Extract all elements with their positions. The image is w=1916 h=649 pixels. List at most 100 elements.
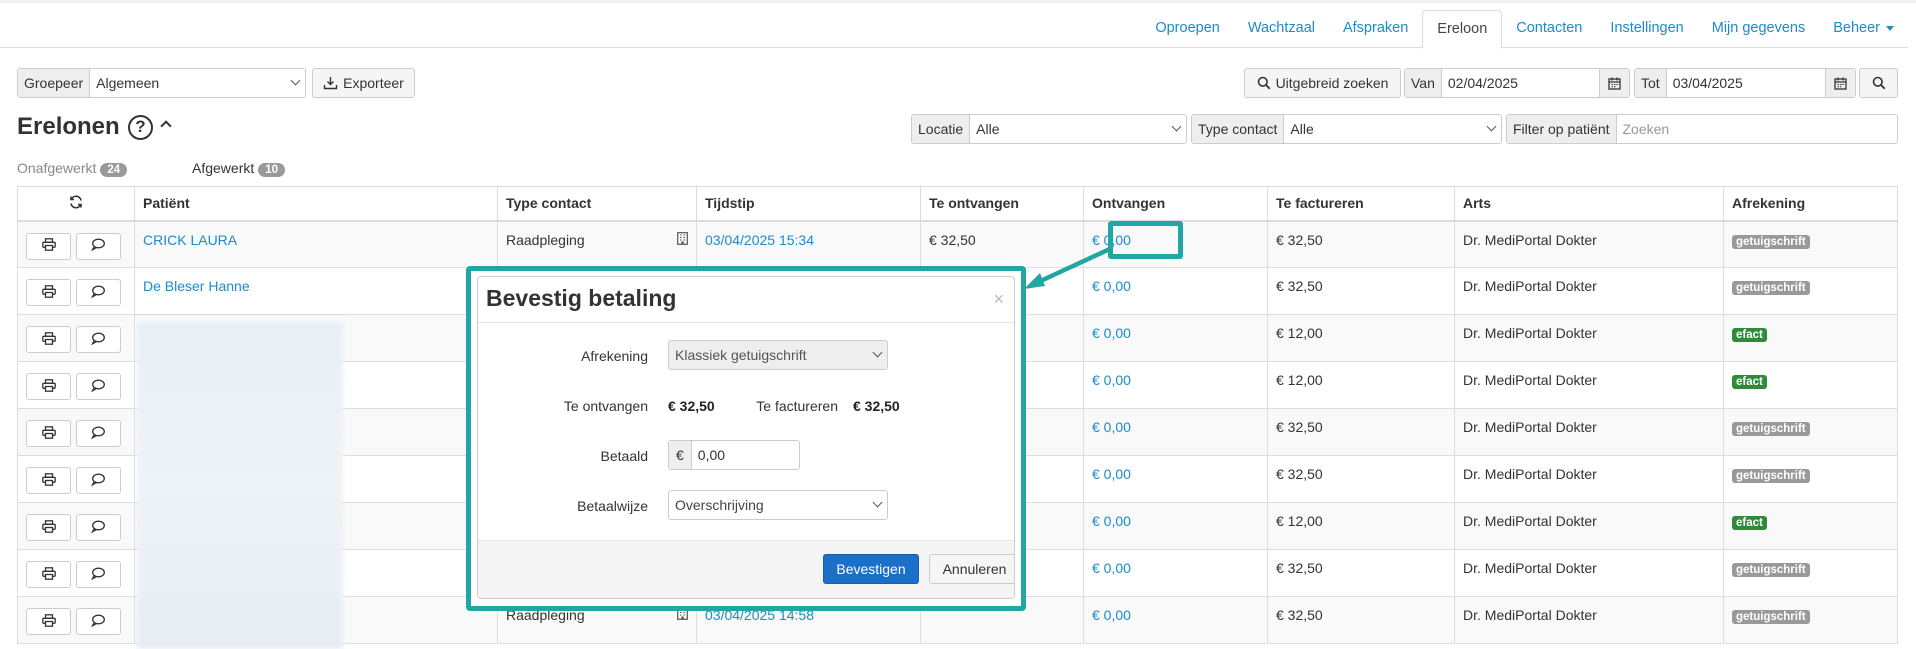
settlement-cell: getuigschrift — [1723, 596, 1898, 644]
print-button[interactable] — [26, 232, 71, 260]
received-link[interactable]: € 0,00 — [1092, 513, 1131, 529]
col-header-patient[interactable]: Patiënt — [134, 186, 498, 222]
advanced-search-button[interactable]: Uitgebreid zoeken — [1244, 68, 1401, 98]
date-from-field[interactable]: Van 02/04/2025 — [1404, 68, 1630, 98]
date-from-value[interactable]: 02/04/2025 — [1442, 69, 1599, 97]
comment-button[interactable] — [75, 373, 121, 400]
confirm-button[interactable]: Bevestigen — [823, 554, 919, 584]
tab-contacten[interactable]: Contacten — [1502, 10, 1596, 48]
col-header-time[interactable]: Tijdstip — [696, 186, 921, 222]
col-header-to-receive[interactable]: Te ontvangen — [920, 186, 1084, 222]
row-actions — [17, 314, 135, 362]
betaald-field[interactable]: € 0,00 — [668, 440, 800, 470]
received-link[interactable]: € 0,00 — [1092, 325, 1131, 341]
patient-filter[interactable]: Filter op patiënt Zoeken — [1506, 114, 1898, 144]
afrekening-select[interactable]: Klassiek getuigschrift — [668, 340, 888, 370]
print-button[interactable] — [26, 279, 71, 306]
location-filter[interactable]: Locatie Alle — [911, 114, 1187, 144]
tab-afspraken[interactable]: Afspraken — [1329, 10, 1422, 48]
confirm-payment-dialog: Bevestig betaling × Afrekening Klassiek … — [477, 276, 1015, 599]
tab-mijn-gegevens[interactable]: Mijn gegevens — [1698, 10, 1820, 48]
received-link[interactable]: € 0,00 — [1092, 372, 1131, 388]
comment-button[interactable] — [75, 232, 121, 260]
settlement-badge: efact — [1732, 328, 1767, 342]
refresh-header[interactable] — [17, 186, 135, 222]
redacted-area — [137, 322, 343, 649]
col-header-settlement[interactable]: Afrekening — [1723, 186, 1898, 222]
settlement-badge: efact — [1732, 516, 1767, 530]
print-button[interactable] — [26, 561, 71, 588]
settlement-badge: getuigschrift — [1732, 234, 1810, 249]
status-done[interactable]: Afgewerkt 10 — [192, 160, 286, 177]
betaalwijze-select[interactable]: Overschrijving — [668, 490, 888, 520]
settlement-cell: getuigschrift — [1723, 267, 1898, 315]
status-open[interactable]: Onafgewerkt 24 — [17, 160, 128, 177]
col-header-doctor[interactable]: Arts — [1454, 186, 1724, 222]
cancel-button[interactable]: Annuleren — [929, 554, 1014, 584]
received-link[interactable]: € 0,00 — [1092, 419, 1131, 435]
help-icon[interactable]: ? — [128, 115, 153, 140]
printer-icon — [41, 238, 56, 254]
status-open-count: 24 — [100, 163, 128, 177]
date-to-value[interactable]: 03/04/2025 — [1667, 69, 1825, 97]
status-open-label: Onafgewerkt — [17, 160, 97, 176]
time-link[interactable]: 03/04/2025 15:34 — [705, 232, 814, 248]
col-header-received[interactable]: Ontvangen — [1083, 186, 1268, 222]
col-header-type[interactable]: Type contact — [497, 186, 697, 222]
chevron-down-icon — [872, 497, 883, 508]
to-invoice-cell: € 32,50 — [1267, 596, 1455, 644]
patient-search-input[interactable]: Zoeken — [1617, 115, 1898, 143]
dialog-footer: Bevestigen Annuleren — [478, 540, 1014, 598]
received-link[interactable]: € 0,00 — [1092, 560, 1131, 576]
comment-button[interactable] — [75, 326, 121, 353]
to-invoice-label: Te factureren — [756, 398, 838, 414]
chevron-down-icon — [1171, 121, 1182, 132]
date-to-field[interactable]: Tot 03/04/2025 — [1634, 68, 1856, 98]
doctor-cell: Dr. MediPortal Dokter — [1454, 408, 1724, 456]
groepeer-select[interactable]: Groepeer Algemeen — [17, 68, 306, 98]
tab-wachtzaal[interactable]: Wachtzaal — [1234, 10, 1329, 48]
row-actions — [17, 502, 135, 550]
comment-icon — [91, 379, 106, 395]
calendar-icon[interactable] — [1599, 69, 1629, 97]
row-actions — [17, 408, 135, 456]
search-icon — [1872, 76, 1885, 90]
export-label: Exporteer — [343, 75, 404, 91]
patient-link[interactable]: De Bleser Hanne — [143, 278, 250, 294]
comment-button[interactable] — [75, 467, 121, 494]
close-icon[interactable]: × — [993, 289, 1004, 310]
print-button[interactable] — [26, 326, 71, 353]
calendar-icon[interactable] — [1825, 69, 1855, 97]
comment-button[interactable] — [75, 561, 121, 588]
print-button[interactable] — [26, 608, 71, 635]
comment-button[interactable] — [75, 608, 121, 635]
row-actions — [17, 267, 135, 315]
patient-link[interactable]: CRICK LAURA — [143, 232, 237, 248]
print-button[interactable] — [26, 514, 71, 541]
tab-beheer[interactable]: Beheer — [1819, 10, 1908, 48]
status-done-count: 10 — [258, 163, 286, 177]
export-button[interactable]: Exporteer — [312, 68, 415, 98]
tab-instellingen[interactable]: Instellingen — [1596, 10, 1697, 48]
received-link[interactable]: € 0,00 — [1092, 607, 1131, 623]
caret-down-icon — [1886, 25, 1894, 31]
chevron-up-icon[interactable] — [160, 120, 172, 132]
comment-button[interactable] — [75, 514, 121, 541]
contact-type-filter[interactable]: Type contact Alle — [1191, 114, 1502, 144]
refresh-icon[interactable] — [69, 195, 83, 209]
tab-oproepen[interactable]: Oproepen — [1141, 10, 1234, 48]
received-link[interactable]: € 0,00 — [1092, 466, 1131, 482]
comment-button[interactable] — [75, 279, 121, 306]
betaald-input[interactable]: 0,00 — [692, 441, 799, 469]
row-actions — [17, 549, 135, 597]
col-header-to-invoice[interactable]: Te factureren — [1267, 186, 1455, 222]
print-button[interactable] — [26, 373, 71, 400]
search-button[interactable] — [1859, 68, 1898, 98]
print-button[interactable] — [26, 467, 71, 494]
contact-type-value: Alle — [1284, 115, 1501, 143]
comment-icon — [91, 238, 106, 254]
tab-ereloon[interactable]: Ereloon — [1422, 10, 1503, 49]
comment-button[interactable] — [75, 420, 121, 447]
print-button[interactable] — [26, 420, 71, 447]
groepeer-value: Algemeen — [90, 69, 305, 97]
